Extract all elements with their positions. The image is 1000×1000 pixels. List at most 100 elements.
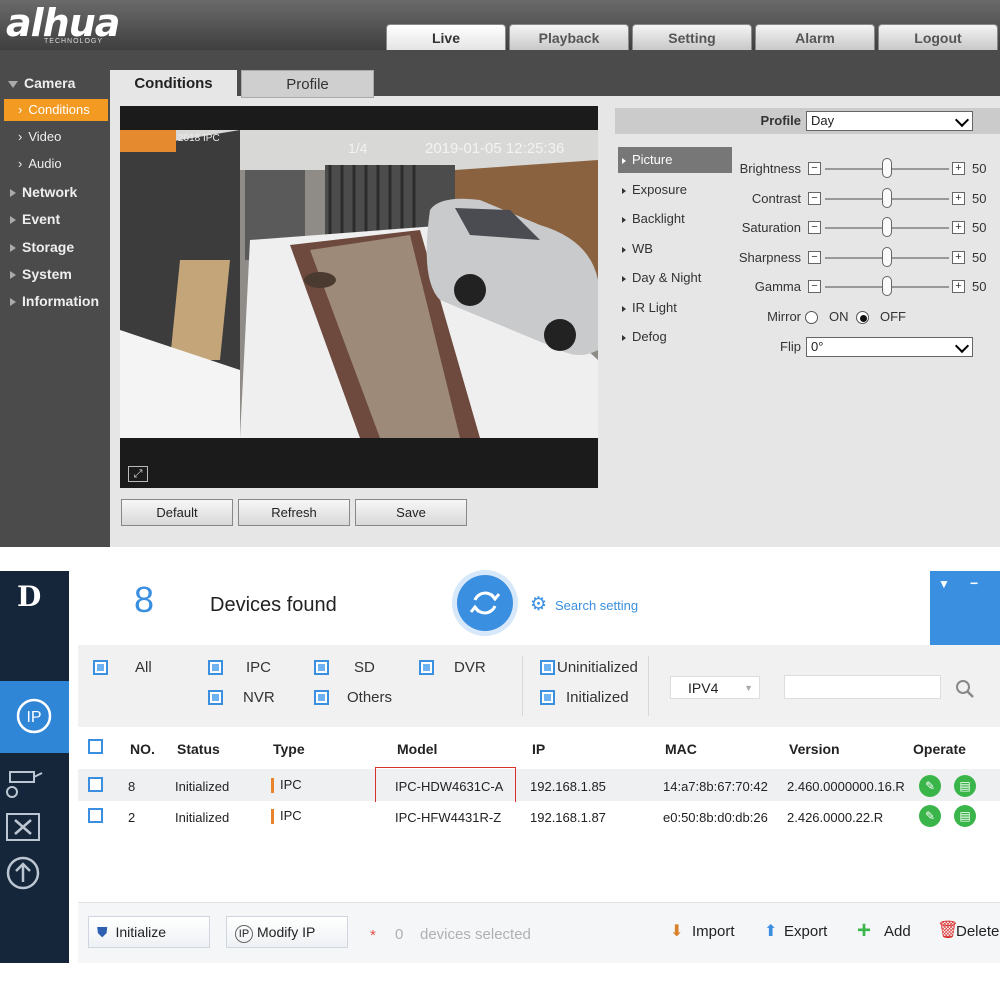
upgrade-icon[interactable] [4,855,42,891]
flip-label: Flip [780,339,801,354]
search-input[interactable] [784,675,941,699]
expand-icon [10,244,16,253]
column-header-type[interactable]: Type [273,741,305,757]
slider-knob[interactable] [882,247,892,267]
required-asterisk: * [370,927,376,944]
slider-label: Gamma [754,279,801,294]
default-button[interactable]: Default [121,499,233,526]
chevron-right-icon: › [18,129,23,144]
minus-icon[interactable]: − [808,280,821,293]
slider-knob[interactable] [882,217,892,237]
filter-nvr-checkbox[interactable] [208,690,223,705]
tab-conditions[interactable]: Conditions [110,70,237,98]
filter-all-label: All [135,659,152,676]
profile-select[interactable]: Day [806,111,973,131]
sidebar-item-event[interactable]: Event [0,208,110,230]
dropdown-icon[interactable]: ▼ [938,577,950,591]
plus-icon[interactable]: + [952,221,965,234]
sidebar-item-system[interactable]: System [0,263,110,285]
plus-icon[interactable]: + [952,251,965,264]
refresh-search-button[interactable] [457,575,513,631]
tab-playback[interactable]: Playback [509,24,629,50]
minus-icon[interactable]: − [808,162,821,175]
ip-version-select[interactable]: IPV4 ▼ [670,676,760,699]
row-mac: e0:50:8b:d0:db:26 [663,810,768,825]
filter-ipc-checkbox[interactable] [208,660,223,675]
filter-initialized-checkbox[interactable] [540,690,555,705]
minus-icon[interactable]: − [808,221,821,234]
export-icon[interactable]: ⬆ [764,921,777,941]
row-checkbox[interactable] [88,777,103,792]
row-checkbox[interactable] [88,808,103,823]
gear-icon[interactable]: ⚙ [530,593,547,616]
column-header-no[interactable]: NO. [130,741,155,757]
chevron-right-icon [622,275,626,282]
import-icon[interactable]: ⬇ [670,921,683,941]
add-icon[interactable]: + [857,917,871,945]
details-icon[interactable]: ▤ [954,775,976,797]
chevron-right-icon [622,305,626,312]
search-icon[interactable] [955,679,975,699]
edit-icon[interactable]: ✎ [919,775,941,797]
tab-profile-management[interactable]: Profile Management [241,70,374,121]
filter-others-checkbox[interactable] [314,690,329,705]
column-header-ip[interactable]: IP [532,741,545,757]
delete-button[interactable]: Delete [956,923,1000,940]
column-header-model[interactable]: Model [397,741,437,757]
mirror-on-radio[interactable] [805,311,818,324]
mirror-off-radio[interactable] [856,311,869,324]
plus-icon[interactable]: + [952,162,965,175]
column-header-mac[interactable]: MAC [665,741,697,757]
edit-icon[interactable]: ✎ [919,805,941,827]
plus-icon[interactable]: + [952,192,965,205]
window-controls: ▼ − [930,571,1000,646]
tools-icon[interactable] [5,812,41,842]
sidebar-item-ip-modify[interactable]: IP [0,681,69,753]
filter-dvr-checkbox[interactable] [419,660,434,675]
filter-sd-checkbox[interactable] [314,660,329,675]
export-button[interactable]: Export [784,923,827,940]
camera-settings-icon[interactable] [4,768,46,802]
flip-select[interactable]: 0° [806,337,973,357]
expand-icon [10,189,16,198]
sidebar-item-video[interactable]: › Video [0,126,110,148]
refresh-button[interactable]: Refresh [238,499,350,526]
save-button[interactable]: Save [355,499,467,526]
chevron-down-icon [954,112,970,128]
filter-all-checkbox[interactable] [93,660,108,675]
slider-knob[interactable] [882,276,892,296]
chevron-down-icon [954,338,970,354]
sidebar-item-storage[interactable]: Storage [0,236,110,258]
slider-label: Saturation [741,220,801,235]
column-header-status[interactable]: Status [177,741,220,757]
details-icon[interactable]: ▤ [954,805,976,827]
minimize-icon[interactable]: − [970,575,978,591]
plus-icon[interactable]: + [952,280,965,293]
minus-icon[interactable]: − [808,251,821,264]
tab-logout[interactable]: Logout [878,24,998,50]
slider-knob[interactable] [882,158,892,178]
tab-live[interactable]: Live [386,24,506,50]
sidebar-item-conditions[interactable]: › Conditions [4,99,108,121]
osd-top-label: 2018 IPC [178,133,220,144]
ip-edit-icon: IP [235,925,253,943]
sidebar-item-audio[interactable]: › Audio [0,153,110,175]
row-ip: 192.168.1.85 [530,779,606,794]
tab-setting[interactable]: Setting [632,24,752,50]
minus-icon[interactable]: − [808,192,821,205]
add-button[interactable]: Add [884,923,911,940]
fullscreen-icon[interactable]: ⤢ [128,466,148,482]
column-header-version[interactable]: Version [789,741,840,757]
select-all-checkbox[interactable] [88,739,103,754]
import-button[interactable]: Import [692,923,735,940]
tab-alarm[interactable]: Alarm [755,24,875,50]
slider-knob[interactable] [882,188,892,208]
filter-uninitialized-checkbox[interactable] [540,660,555,675]
column-header-operate[interactable]: Operate [913,741,966,757]
sidebar-item-camera[interactable]: Camera [0,72,110,94]
modify-ip-button[interactable]: IP Modify IP [226,916,348,948]
sidebar-item-network[interactable]: Network [0,181,110,203]
initialize-button[interactable]: ⛊ Initialize [88,916,210,948]
search-setting-link[interactable]: Search setting [555,598,638,613]
sidebar-item-information[interactable]: Information [0,290,110,312]
